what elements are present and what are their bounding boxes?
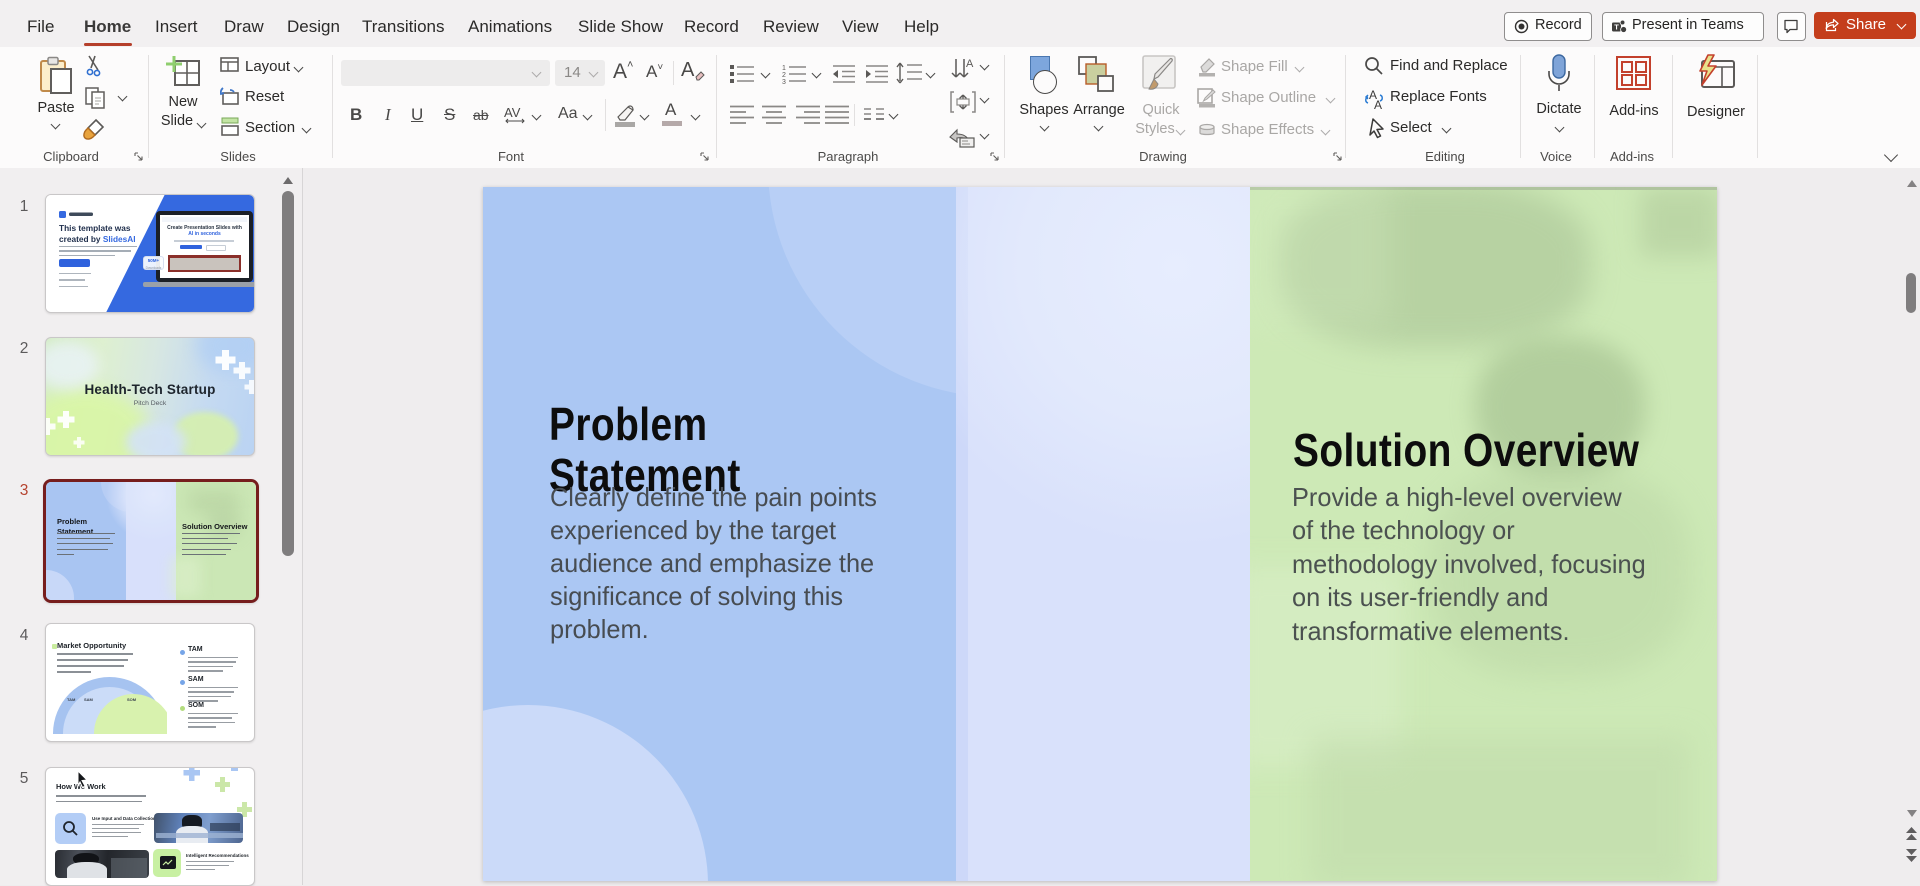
svg-text:2: 2 xyxy=(782,72,786,79)
svg-text:AV: AV xyxy=(504,105,521,120)
svg-text:3: 3 xyxy=(782,79,786,85)
svg-text:1: 1 xyxy=(782,65,786,72)
svg-text:T: T xyxy=(1614,23,1619,32)
svg-text:A: A xyxy=(966,58,974,70)
